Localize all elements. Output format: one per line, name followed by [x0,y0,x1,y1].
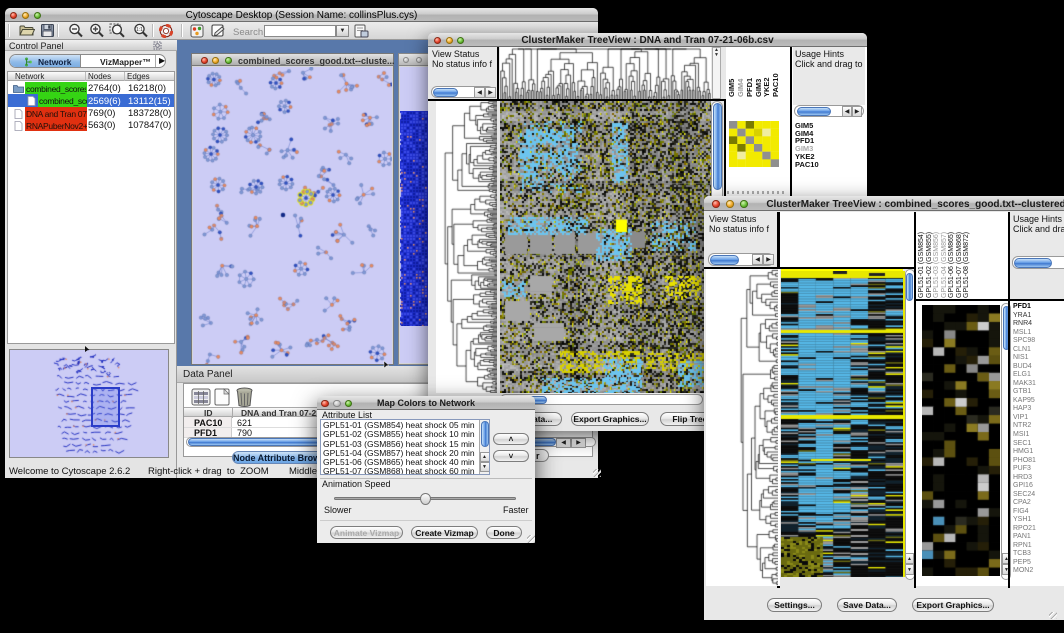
svg-text:1:1: 1:1 [136,27,143,33]
